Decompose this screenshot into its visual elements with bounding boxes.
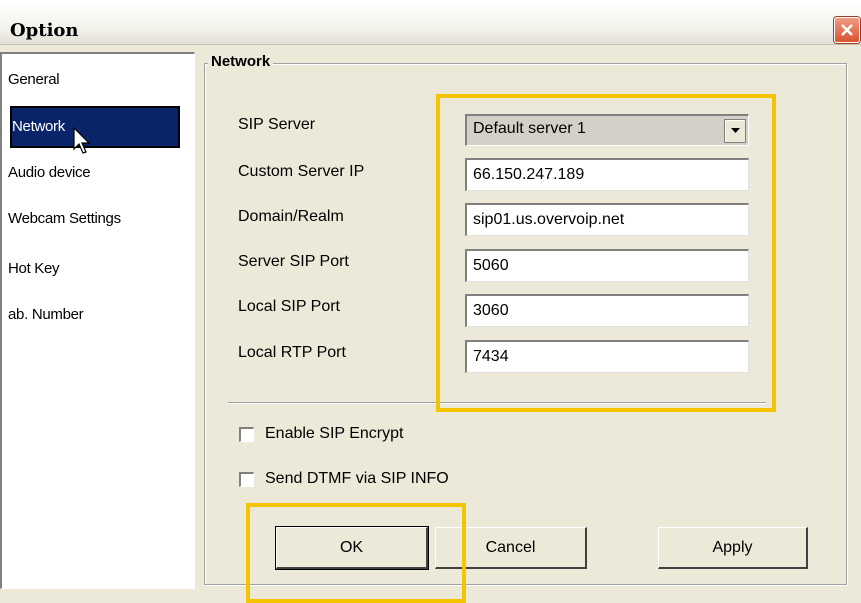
network-group-label: Network — [208, 53, 274, 70]
highlight-box-ok-button — [246, 503, 466, 603]
close-icon — [841, 24, 853, 36]
sidebar-item-audio-device[interactable]: Audio device — [8, 164, 91, 181]
sidebar-item-ab-number[interactable]: ab. Number — [8, 306, 84, 323]
sidebar-item-network[interactable]: Network — [10, 106, 180, 148]
options-sidebar: General Network Audio device Webcam Sett… — [0, 52, 195, 589]
sidebar-item-webcam-settings[interactable]: Webcam Settings — [8, 210, 121, 227]
custom-server-ip-label: Custom Server IP — [238, 163, 365, 180]
sip-server-label: SIP Server — [238, 116, 316, 133]
send-dtmf-checkbox[interactable] — [239, 472, 254, 487]
apply-button[interactable]: Apply — [658, 527, 808, 569]
window-title: Option — [10, 20, 79, 41]
local-rtp-port-label: Local RTP Port — [238, 344, 346, 361]
server-sip-port-label: Server SIP Port — [238, 253, 349, 270]
enable-sip-encrypt-checkbox[interactable] — [239, 427, 254, 442]
title-bar: Option — [0, 0, 861, 45]
sidebar-item-hot-key[interactable]: Hot Key — [8, 260, 60, 277]
send-dtmf-label[interactable]: Send DTMF via SIP INFO — [265, 470, 449, 488]
domain-realm-label: Domain/Realm — [238, 208, 344, 225]
mouse-cursor-icon — [73, 127, 91, 154]
sidebar-item-general[interactable]: General — [8, 71, 60, 88]
enable-sip-encrypt-label[interactable]: Enable SIP Encrypt — [265, 425, 403, 443]
local-sip-port-label: Local SIP Port — [238, 298, 340, 315]
close-button[interactable] — [834, 17, 860, 43]
highlight-box-network-fields — [436, 94, 776, 412]
